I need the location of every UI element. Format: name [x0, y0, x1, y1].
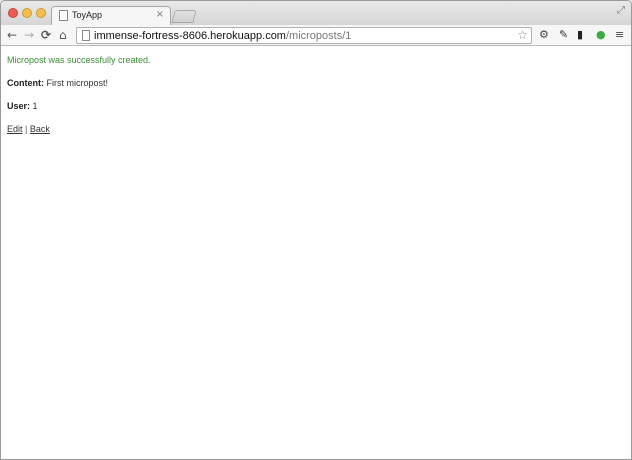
- browser-toolbar: ← → ⟳ ⌂ immense-fortress-8606.herokuapp.…: [1, 25, 631, 46]
- back-arrow-icon[interactable]: ←: [7, 27, 17, 43]
- new-tab-button[interactable]: [171, 10, 197, 23]
- address-url[interactable]: immense-fortress-8606.herokuapp.com/micr…: [94, 29, 351, 43]
- page-icon: [59, 10, 68, 21]
- tab-toyapp[interactable]: ToyApp ×: [51, 6, 171, 25]
- extension-phone-icon[interactable]: ▮: [577, 28, 583, 42]
- gear-icon[interactable]: ⚙: [539, 28, 549, 42]
- page-icon: [82, 30, 90, 41]
- content-label: Content:: [7, 78, 44, 88]
- menu-icon[interactable]: ≡: [615, 28, 624, 42]
- url-path: /microposts/1: [285, 30, 352, 42]
- action-links: Edit | Back: [7, 123, 625, 135]
- back-link[interactable]: Back: [30, 124, 50, 134]
- window-minimize-icon[interactable]: [22, 8, 32, 18]
- window-close-icon[interactable]: [8, 8, 18, 18]
- extension-evernote-icon[interactable]: ●: [596, 28, 606, 42]
- forward-arrow-icon[interactable]: →: [24, 27, 34, 43]
- url-host: immense-fortress-8606.herokuapp.com: [94, 30, 286, 42]
- content-field: Content: First micropost!: [7, 77, 625, 89]
- address-bar[interactable]: immense-fortress-8606.herokuapp.com/micr…: [76, 27, 532, 44]
- fullscreen-icon[interactable]: ⤢: [617, 5, 625, 16]
- user-value: 1: [32, 101, 38, 111]
- home-icon[interactable]: ⌂: [59, 27, 67, 43]
- content-value: First micropost!: [46, 78, 109, 88]
- extension-pencil-icon[interactable]: ✎: [559, 28, 568, 42]
- browser-window: ToyApp × ⤢ ← → ⟳ ⌂ immense-fortress-8606…: [0, 0, 632, 460]
- window-maximize-icon[interactable]: [36, 8, 46, 18]
- reload-icon[interactable]: ⟳: [41, 27, 51, 43]
- page-content: Micropost was successfully created. Cont…: [1, 47, 631, 459]
- bookmark-star-icon[interactable]: ☆: [517, 28, 528, 42]
- tab-close-icon[interactable]: ×: [156, 9, 164, 20]
- tab-title: ToyApp: [72, 10, 103, 20]
- user-field: User: 1: [7, 100, 625, 112]
- tab-strip: ToyApp × ⤢: [1, 1, 631, 25]
- user-label: User:: [7, 101, 31, 111]
- notice-message: Micropost was successfully created.: [7, 55, 151, 65]
- edit-link[interactable]: Edit: [7, 124, 23, 134]
- link-separator: |: [25, 124, 28, 134]
